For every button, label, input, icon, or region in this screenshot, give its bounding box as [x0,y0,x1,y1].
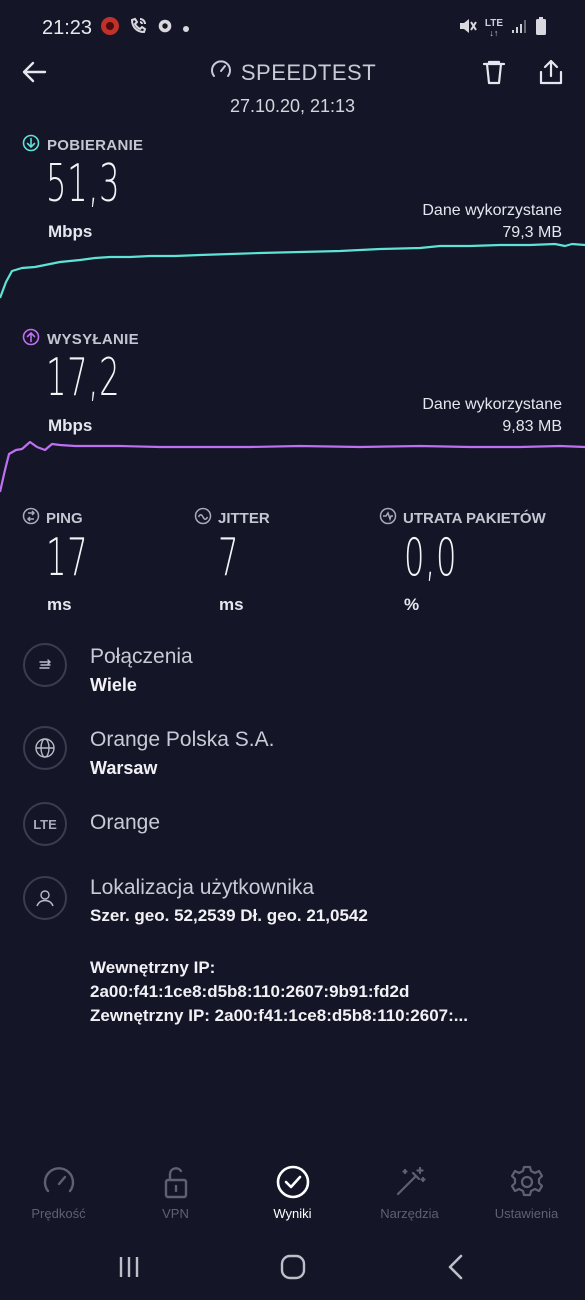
ping-label: PING [22,507,83,529]
external-ip: Zewnętrzny IP: 2a00:f41:1ce8:d5b8:110:26… [90,1006,468,1025]
upload-label: WYSYŁANIE [22,328,139,350]
nav-label-speed: Prędkość [31,1206,86,1221]
nav-item-tools[interactable]: Narzędzia [351,1160,468,1221]
settings-icon [156,17,174,40]
user-location-icon [23,876,67,920]
nav-label-results: Wyniki [273,1206,312,1221]
download-label-text: POBIERANIE [47,136,144,154]
page-title: SPEEDTEST [209,58,376,88]
back-icon[interactable] [446,1254,466,1285]
ping-value: 17 [46,528,89,588]
bottom-nav: Prędkość VPN Wyniki Narzędzia Ustawienia [0,1160,585,1221]
nav-label-settings: Ustawienia [494,1206,559,1221]
provider-title: Orange Polska S.A. [90,728,275,751]
jitter-value: 7 [218,528,240,588]
upload-arrow-icon [22,328,40,350]
upload-data-used-label: Dane wykorzystane [422,396,562,413]
jitter-icon [194,507,212,529]
nav-item-results[interactable]: Wyniki [234,1160,351,1221]
jitter-label: JITTER [194,507,270,529]
recents-icon[interactable] [117,1255,141,1284]
upload-label-text: WYSYŁANIE [47,330,139,348]
download-arrow-icon [22,134,40,156]
signal-icon [511,18,527,39]
gauge-icon [0,1160,117,1200]
status-icons-left [100,16,190,41]
nav-item-settings[interactable]: Ustawienia [468,1160,585,1221]
connections-subtitle: Wiele [90,675,137,695]
status-icons-right: LTE ↓↑ [457,16,547,41]
location-title: Lokalizacja użytkownika [90,876,315,899]
page-title-text: SPEEDTEST [240,60,377,85]
ping-icon [22,507,40,529]
download-data-used: Dane wykorzystane 79,3 MB [422,200,562,244]
nav-item-speed[interactable]: Prędkość [0,1160,117,1221]
speedometer-icon [209,58,233,88]
network-title: Orange [90,811,161,834]
packet-loss-label: UTRATA PAKIETÓW [379,507,546,529]
download-data-used-label: Dane wykorzystane [422,202,562,219]
test-date: 27.10.20, 21:13 [229,96,356,116]
lte-icon: LTE ↓↑ [484,18,503,38]
download-speed-value: 51,3 [46,154,121,214]
dot-icon [182,20,190,38]
share-icon[interactable] [537,58,565,91]
location-coords: Szer. geo. 52,2539 Dł. geo. 21,0542 [90,906,368,925]
check-circle-icon [234,1160,351,1200]
packet-loss-label-text: UTRATA PAKIETÓW [403,509,546,527]
lock-icon [117,1160,234,1200]
wifi-calling-icon [128,16,148,41]
status-time: 21:23 [42,17,93,39]
nav-item-vpn[interactable]: VPN [117,1160,234,1221]
jitter-label-text: JITTER [218,509,270,527]
magic-wand-icon [351,1160,468,1200]
upload-graph [0,440,585,493]
globe-icon [23,726,67,770]
ping-unit: ms [47,595,72,614]
trash-icon[interactable] [480,58,508,91]
download-graph [0,242,585,299]
packet-loss-icon [379,507,397,529]
packet-loss-unit: % [404,595,420,614]
provider-subtitle: Warsaw [90,758,158,778]
gear-icon [468,1160,585,1200]
jitter-unit: ms [219,595,244,614]
download-label: POBIERANIE [22,134,143,156]
nav-label-vpn: VPN [162,1206,189,1221]
notification-app-icon [100,16,120,41]
lte-network-icon: LTE [23,802,67,846]
battery-icon [535,16,547,41]
nav-label-tools: Narzędzia [380,1206,439,1221]
connections-icon [23,643,67,687]
connections-title: Połączenia [90,645,193,668]
internal-ip-label: Wewnętrzny IP: [90,958,216,977]
ping-label-text: PING [46,509,83,527]
download-unit: Mbps [48,222,93,241]
internal-ip-value: 2a00:f41:1ce8:d5b8:110:2607:9b91:fd2d [90,982,410,1001]
home-icon[interactable] [280,1254,306,1285]
mute-icon [457,16,477,41]
packet-loss-value: 0,0 [404,528,458,588]
upload-speed-value: 17,2 [46,348,121,408]
